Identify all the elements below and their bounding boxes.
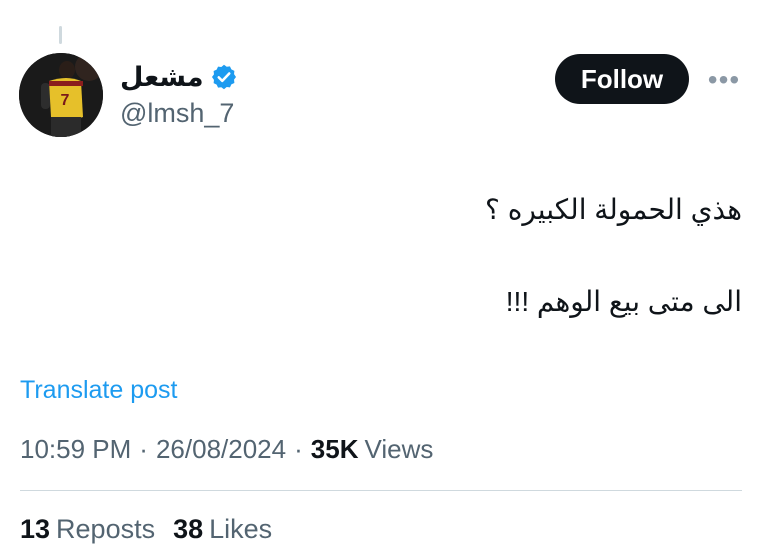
avatar-jersey-number: 7 <box>61 92 70 109</box>
author-display-name[interactable]: مشعل <box>120 60 204 94</box>
reposts-label: Reposts <box>56 514 156 544</box>
post-text-line-1: هذي الحمولة الكبيره ؟ <box>485 194 742 225</box>
post-text-line-2: الى متى بيع الوهم !!! <box>505 286 742 317</box>
post-time[interactable]: 10:59 PM <box>20 432 131 466</box>
meta-separator: · <box>294 434 303 464</box>
likes-stat[interactable]: 38 Likes <box>173 512 272 546</box>
post-metadata: 10:59 PM · 26/08/2024 · 35K Views <box>20 432 433 466</box>
verified-badge-icon <box>211 64 236 90</box>
avatar-image: 7 <box>19 53 103 137</box>
views-count: 35K <box>310 434 359 464</box>
reposts-count: 13 <box>20 514 51 544</box>
author-name-row: مشعل <box>120 60 238 94</box>
meta-separator: · <box>139 434 148 464</box>
likes-label: Likes <box>209 514 273 544</box>
reposts-stat[interactable]: 13 Reposts <box>20 512 155 546</box>
translate-post-link[interactable]: Translate post <box>20 374 177 406</box>
avatar[interactable]: 7 <box>19 53 103 137</box>
engagement-stats: 13 Reposts 38 Likes <box>20 512 272 546</box>
author-handle[interactable]: @lmsh_7 <box>120 96 234 130</box>
follow-button[interactable]: Follow <box>555 54 689 104</box>
divider <box>20 490 742 491</box>
views-label: Views <box>364 434 434 464</box>
post-date[interactable]: 26/08/2024 <box>156 432 286 466</box>
likes-count: 38 <box>173 514 204 544</box>
more-options-icon[interactable]: ••• <box>704 64 744 95</box>
thread-connector-line <box>59 26 62 44</box>
